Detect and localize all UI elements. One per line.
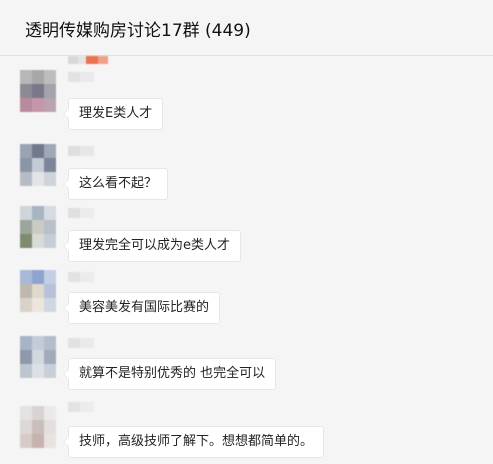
avatar[interactable] bbox=[20, 406, 56, 448]
message-bubble[interactable]: 理发E类人才 bbox=[62, 98, 164, 130]
sender-name bbox=[68, 146, 106, 156]
message-bubble[interactable]: 技师，高级技师了解下。想想都简单的。 bbox=[62, 426, 325, 458]
message-list[interactable]: 理发E类人才 这么看不起？ 理发完全可以成为e类人才 美容美发有国际比赛的 就算… bbox=[0, 56, 493, 460]
message-bubble[interactable]: 理发完全可以成为e类人才 bbox=[63, 230, 241, 262]
message-bubble[interactable]: 美容美发有国际比赛的 bbox=[62, 292, 221, 324]
sender-name bbox=[68, 208, 106, 218]
sender-name bbox=[68, 338, 106, 348]
message-row: 就算不是特别优秀的 也完全可以 bbox=[0, 336, 493, 400]
previous-sender-name bbox=[68, 56, 108, 64]
sender-name bbox=[68, 402, 106, 412]
message-row: 理发E类人才 bbox=[0, 70, 493, 134]
message-row: 技师，高级技师了解下。想想都简单的。 bbox=[0, 400, 493, 464]
chat-title: 透明传媒购房讨论17群 (449) bbox=[25, 21, 251, 41]
chat-header: 透明传媒购房讨论17群 (449) bbox=[0, 0, 493, 56]
avatar[interactable] bbox=[20, 144, 56, 186]
message-row: 美容美发有国际比赛的 bbox=[0, 270, 493, 334]
sender-name bbox=[68, 72, 106, 82]
message-row: 理发完全可以成为e类人才 bbox=[0, 206, 493, 270]
avatar[interactable] bbox=[20, 70, 56, 112]
sender-name bbox=[68, 272, 106, 282]
message-bubble[interactable]: 这么看不起？ bbox=[62, 168, 169, 200]
message-row: 这么看不起？ bbox=[0, 144, 493, 208]
avatar[interactable] bbox=[20, 270, 56, 312]
avatar[interactable] bbox=[20, 206, 56, 248]
message-bubble[interactable]: 就算不是特别优秀的 也完全可以 bbox=[62, 358, 277, 390]
avatar[interactable] bbox=[20, 336, 56, 378]
